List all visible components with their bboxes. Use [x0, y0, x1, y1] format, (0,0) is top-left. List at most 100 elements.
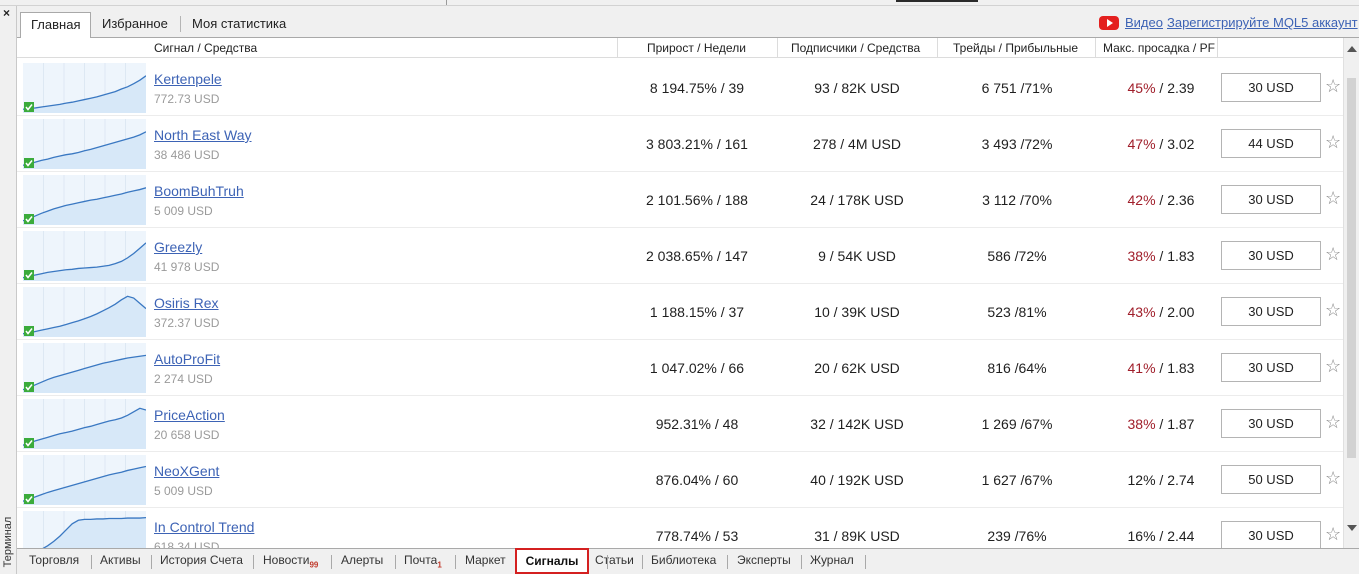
- growth-weeks: 3 803.21% / 161: [646, 136, 748, 152]
- column-header-drawdown[interactable]: Макс. просадка / PF: [1103, 41, 1215, 55]
- star-favorite-icon[interactable]: ☆: [1325, 357, 1341, 375]
- growth-chart-thumbnail[interactable]: [22, 231, 147, 281]
- growth-chart-thumbnail[interactable]: [22, 63, 147, 113]
- star-favorite-icon[interactable]: ☆: [1325, 525, 1341, 543]
- tab-main[interactable]: Главная: [20, 12, 92, 39]
- subscribe-price-button[interactable]: 30 USD: [1221, 353, 1321, 382]
- profit-factor: / 2.36: [1155, 192, 1195, 208]
- column-divider: [1217, 38, 1218, 58]
- bottom-tab-experts[interactable]: Эксперты: [737, 553, 791, 567]
- subscribe-price-button[interactable]: 30 USD: [1221, 409, 1321, 438]
- signal-name-link[interactable]: BoomBuhTruh: [154, 183, 244, 199]
- register-mql5-link[interactable]: Зарегистрируйте MQL5 аккаунт: [1167, 15, 1358, 30]
- bottom-tab-market[interactable]: Маркет: [465, 553, 506, 567]
- signal-name-link[interactable]: Greezly: [154, 239, 202, 255]
- signal-name-link[interactable]: AutoProFit: [154, 351, 220, 367]
- column-header-growth[interactable]: Прирост / Недели: [647, 41, 746, 55]
- growth-chart-thumbnail[interactable]: [22, 399, 147, 449]
- bottom-tab-label: История Счета: [160, 553, 243, 567]
- signal-equity: 5 009 USD: [154, 204, 213, 218]
- bottom-tab-label: Активы: [100, 553, 141, 567]
- bottom-tab-assets[interactable]: Активы: [100, 553, 141, 567]
- signal-row[interactable]: In Control Trend 618.34 USD 778.74% / 53 31…: [17, 508, 1343, 548]
- signal-row[interactable]: North East Way 38 486 USD 3 803.21% / 161 2…: [17, 116, 1343, 172]
- unread-badge: 99: [309, 560, 319, 570]
- star-favorite-icon[interactable]: ☆: [1325, 301, 1341, 319]
- signal-name-link[interactable]: Osiris Rex: [154, 295, 219, 311]
- subscribe-price-button[interactable]: 30 USD: [1221, 521, 1321, 548]
- tab-separator: [642, 555, 643, 569]
- subscribe-price-button[interactable]: 30 USD: [1221, 241, 1321, 270]
- star-favorite-icon[interactable]: ☆: [1325, 245, 1341, 263]
- tab-my-statistics[interactable]: Моя статистика: [182, 12, 296, 38]
- bottom-tab-articles[interactable]: Статьи: [595, 553, 634, 567]
- tab-favorites[interactable]: Избранное: [92, 12, 178, 38]
- max-drawdown-pf: 41% / 1.83: [1101, 360, 1221, 376]
- bottom-tab-signals[interactable]: Сигналы: [515, 548, 589, 574]
- growth-weeks: 778.74% / 53: [655, 528, 739, 544]
- max-drawdown: 42%: [1127, 192, 1156, 208]
- column-header-signal[interactable]: Сигнал / Средства: [154, 41, 257, 55]
- subscribe-price-button[interactable]: 44 USD: [1221, 129, 1321, 158]
- signal-row[interactable]: Greezly 41 978 USD 2 038.65% / 147 9 / 54K …: [17, 228, 1343, 284]
- subscribe-price-button[interactable]: 50 USD: [1221, 465, 1321, 494]
- scrollbar-thumb[interactable]: [1347, 78, 1356, 458]
- close-icon[interactable]: ×: [3, 6, 10, 20]
- verified-check-icon: [24, 214, 34, 224]
- signal-row[interactable]: PriceAction 20 658 USD 952.31% / 48 32 / 14…: [17, 396, 1343, 452]
- star-favorite-icon[interactable]: ☆: [1325, 189, 1341, 207]
- signal-row[interactable]: BoomBuhTruh 5 009 USD 2 101.56% / 188 24 / …: [17, 172, 1343, 228]
- growth-weeks: 1 188.15% / 37: [649, 304, 745, 320]
- star-favorite-icon[interactable]: ☆: [1325, 133, 1341, 151]
- scroll-down-icon[interactable]: [1347, 525, 1357, 531]
- table-header: Сигнал / Средства Прирост / Недели Подпи…: [17, 38, 1343, 58]
- subscribe-price-button[interactable]: 30 USD: [1221, 73, 1321, 102]
- signal-equity: 20 658 USD: [154, 428, 220, 442]
- subscribe-price-button[interactable]: 30 USD: [1221, 185, 1321, 214]
- youtube-icon[interactable]: [1099, 16, 1119, 30]
- column-header-subscribers[interactable]: Подписчики / Средства: [791, 41, 920, 55]
- bottom-tab-label: Алерты: [341, 553, 384, 567]
- growth-chart-thumbnail[interactable]: [22, 455, 147, 505]
- growth-chart-thumbnail[interactable]: [22, 343, 147, 393]
- signal-name-link[interactable]: North East Way: [154, 127, 252, 143]
- signal-name-link[interactable]: PriceAction: [154, 407, 225, 423]
- bottom-tab-account-history[interactable]: История Счета: [160, 553, 243, 567]
- growth-chart-thumbnail[interactable]: [22, 287, 147, 337]
- bottom-tab-code-base[interactable]: Библиотека: [651, 553, 716, 567]
- signal-row[interactable]: Osiris Rex 372.37 USD 1 188.15% / 37 10 / 3…: [17, 284, 1343, 340]
- max-drawdown-pf: 43% / 2.00: [1101, 304, 1221, 320]
- vertical-scrollbar[interactable]: [1343, 38, 1359, 548]
- bottom-tab-alerts[interactable]: Алерты: [341, 553, 383, 567]
- profit-factor: / 2.74: [1155, 472, 1195, 488]
- signal-row[interactable]: Kertenpele 772.73 USD 8 194.75% / 39 93 / 8…: [17, 60, 1343, 116]
- max-drawdown: 38%: [1127, 416, 1156, 432]
- trades-profitable: 239 /76%: [987, 528, 1047, 544]
- star-favorite-icon[interactable]: ☆: [1325, 413, 1341, 431]
- star-favorite-icon[interactable]: ☆: [1325, 469, 1341, 487]
- growth-chart-svg: [22, 343, 147, 393]
- profit-factor: / 3.02: [1155, 136, 1195, 152]
- bottom-tab-mailbox[interactable]: Почта1: [404, 553, 442, 569]
- column-header-trades[interactable]: Трейды / Прибыльные: [953, 41, 1078, 55]
- subscribe-price-button[interactable]: 30 USD: [1221, 297, 1321, 326]
- bottom-tab-trade[interactable]: Торговля: [29, 553, 79, 567]
- star-favorite-icon[interactable]: ☆: [1325, 77, 1341, 95]
- bottom-tab-news[interactable]: Новости99: [263, 553, 318, 569]
- growth-chart-thumbnail[interactable]: [22, 119, 147, 169]
- signal-row[interactable]: AutoProFit 2 274 USD 1 047.02% / 66 20 / 62…: [17, 340, 1343, 396]
- growth-chart-thumbnail[interactable]: [23, 511, 147, 548]
- max-drawdown-pf: 38% / 1.83: [1101, 248, 1221, 264]
- bottom-tab-journal[interactable]: Журнал: [810, 553, 854, 567]
- growth-chart-thumbnail[interactable]: [22, 175, 147, 225]
- signal-row[interactable]: NeoXGent 5 009 USD 876.04% / 60 40 / 192K U…: [17, 452, 1343, 508]
- verified-check-icon: [24, 270, 34, 280]
- scroll-up-icon[interactable]: [1347, 46, 1357, 52]
- signal-name-link[interactable]: In Control Trend: [154, 519, 254, 535]
- column-divider: [777, 38, 778, 58]
- signal-name-link[interactable]: Kertenpele: [154, 71, 222, 87]
- signal-name-link[interactable]: NeoXGent: [154, 463, 219, 479]
- terminal-sidebar: × Терминал: [0, 6, 17, 574]
- video-link[interactable]: Видео: [1125, 15, 1163, 30]
- trades-profitable: 816 /64%: [987, 360, 1047, 376]
